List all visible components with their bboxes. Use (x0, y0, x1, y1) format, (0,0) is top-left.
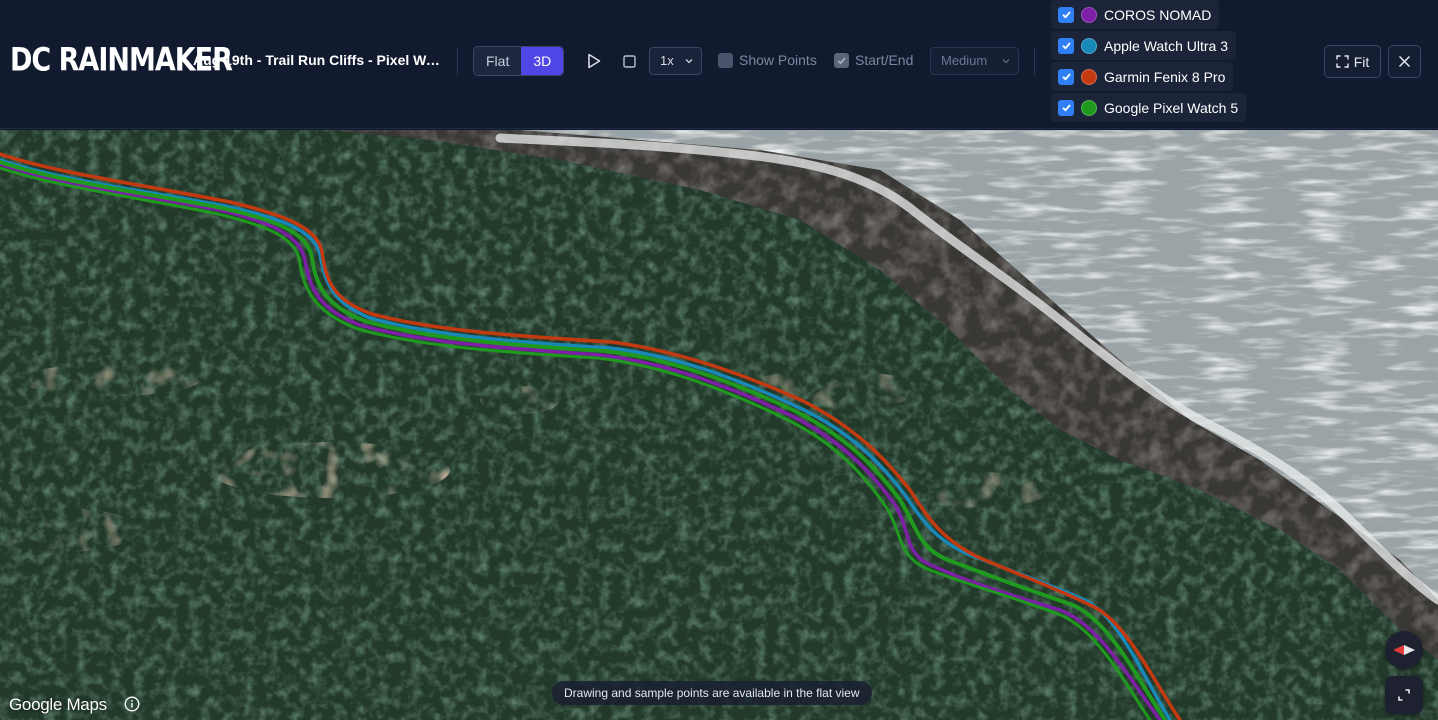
play-button[interactable] (582, 50, 606, 72)
start-end-toggle[interactable]: Start/End (834, 52, 913, 68)
view-mode-flat-button[interactable]: Flat (474, 47, 522, 75)
close-icon (1398, 55, 1411, 68)
map-3d-view[interactable]: Google Maps Drawing and sample points ar… (0, 130, 1438, 720)
show-points-label: Show Points (739, 52, 817, 68)
quality-value: Medium (941, 53, 988, 68)
fullscreen-icon (1398, 689, 1410, 701)
device-name: COROS NOMAD (1104, 6, 1212, 23)
start-end-checkbox[interactable] (834, 52, 849, 68)
device-checkbox[interactable] (1058, 6, 1074, 23)
activity-title: Aug 19th - Trail Run Cliffs - Pixel Watc… (193, 52, 443, 68)
google-maps-logo: Google Maps (9, 695, 107, 714)
fullscreen-button[interactable] (1385, 676, 1423, 714)
quality-select[interactable]: Medium (930, 47, 1019, 75)
device-checkbox[interactable] (1058, 99, 1074, 116)
checkmark-icon (837, 56, 846, 64)
device-item-apple-watch-ultra-3[interactable]: Apple Watch Ultra 3 (1051, 31, 1236, 60)
flat-view-hint: Drawing and sample points are available … (552, 681, 872, 705)
device-item-google-pixel-watch-5[interactable]: Google Pixel Watch 5 (1051, 93, 1247, 122)
info-icon[interactable] (124, 696, 140, 712)
device-color-swatch (1081, 6, 1097, 23)
satellite-terrain[interactable] (0, 130, 1438, 720)
stop-icon (622, 54, 636, 68)
close-button[interactable] (1388, 45, 1421, 78)
view-mode-toggle: Flat 3D (473, 46, 565, 76)
device-name: Apple Watch Ultra 3 (1104, 37, 1228, 54)
device-checkbox[interactable] (1058, 37, 1074, 54)
fit-label: Fit (1353, 53, 1370, 70)
device-name: Google Pixel Watch 5 (1104, 99, 1239, 116)
checkmark-icon (1061, 104, 1071, 112)
playback-speed-value: 1x (660, 53, 674, 68)
device-item-garmin-fenix-8-pro[interactable]: Garmin Fenix 8 Pro (1051, 62, 1234, 91)
compass-button[interactable] (1385, 631, 1423, 669)
start-end-label: Start/End (855, 52, 914, 68)
playback-speed-select[interactable]: 1x (649, 47, 702, 75)
device-color-swatch (1081, 68, 1097, 85)
chevron-down-icon (685, 59, 693, 64)
chevron-down-icon (1002, 59, 1010, 64)
show-points-checkbox[interactable] (718, 52, 733, 68)
device-color-swatch (1081, 37, 1097, 54)
checkmark-icon (1061, 73, 1071, 81)
compass-icon (1393, 645, 1415, 655)
device-item-coros-nomad[interactable]: COROS NOMAD (1051, 0, 1220, 29)
view-mode-3d-button[interactable]: 3D (521, 47, 564, 75)
show-points-toggle[interactable]: Show Points (718, 52, 817, 68)
fit-expand-icon (1336, 55, 1349, 68)
play-icon (588, 53, 601, 69)
device-color-swatch (1081, 99, 1097, 116)
top-toolbar: DC RAINMAKER Aug 19th - Trail Run Cliffs… (0, 0, 1438, 129)
toolbar-divider (1034, 47, 1035, 75)
fit-button[interactable]: Fit (1324, 45, 1381, 78)
toolbar-divider (457, 47, 458, 75)
checkmark-icon (1061, 11, 1071, 19)
device-checkbox[interactable] (1058, 68, 1074, 85)
checkmark-icon (1061, 42, 1071, 50)
stop-button[interactable] (620, 52, 638, 70)
device-name: Garmin Fenix 8 Pro (1104, 68, 1226, 85)
